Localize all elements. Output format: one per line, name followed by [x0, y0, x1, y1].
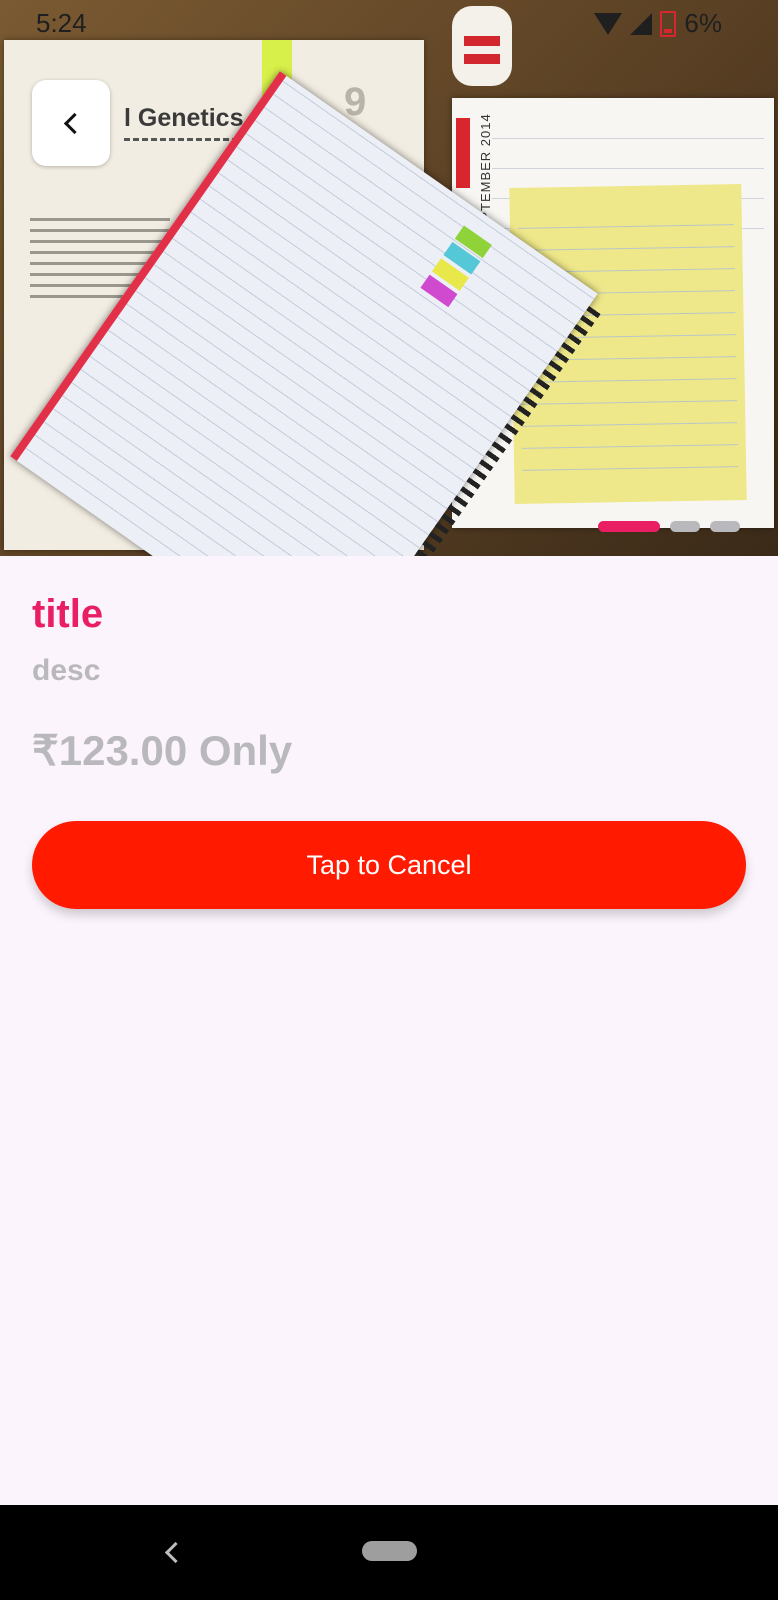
book-heading: l Genetics — [124, 104, 363, 141]
planner-tab — [456, 118, 470, 188]
product-price: ₹123.00 Only — [32, 727, 293, 774]
carousel-dot[interactable] — [670, 521, 700, 532]
wifi-icon — [594, 12, 623, 35]
nav-home-pill[interactable] — [362, 1541, 417, 1561]
status-time: 5:24 — [36, 8, 87, 38]
carousel-indicator — [598, 521, 740, 532]
nav-back-icon[interactable] — [164, 1541, 187, 1564]
status-icons: 6% — [594, 8, 722, 39]
cell-signal-icon — [630, 12, 653, 35]
product-description: desc — [32, 654, 101, 687]
system-nav-bar — [0, 1505, 778, 1600]
product-title: title — [32, 592, 104, 636]
carousel-dot-active[interactable] — [598, 521, 660, 532]
cancel-button-label: Tap to Cancel — [306, 849, 472, 880]
battery-percent: 6% — [684, 8, 722, 38]
cancel-button[interactable]: Tap to Cancel — [32, 821, 746, 909]
carousel-dot[interactable] — [710, 521, 740, 532]
battery-low-icon — [660, 10, 677, 37]
back-button[interactable] — [32, 80, 110, 166]
status-bar: 5:24 6% — [0, 0, 778, 46]
product-image-carousel[interactable]: l Genetics 9 SEPTEMBER 2014 — [0, 0, 778, 556]
chevron-left-icon — [63, 112, 85, 134]
